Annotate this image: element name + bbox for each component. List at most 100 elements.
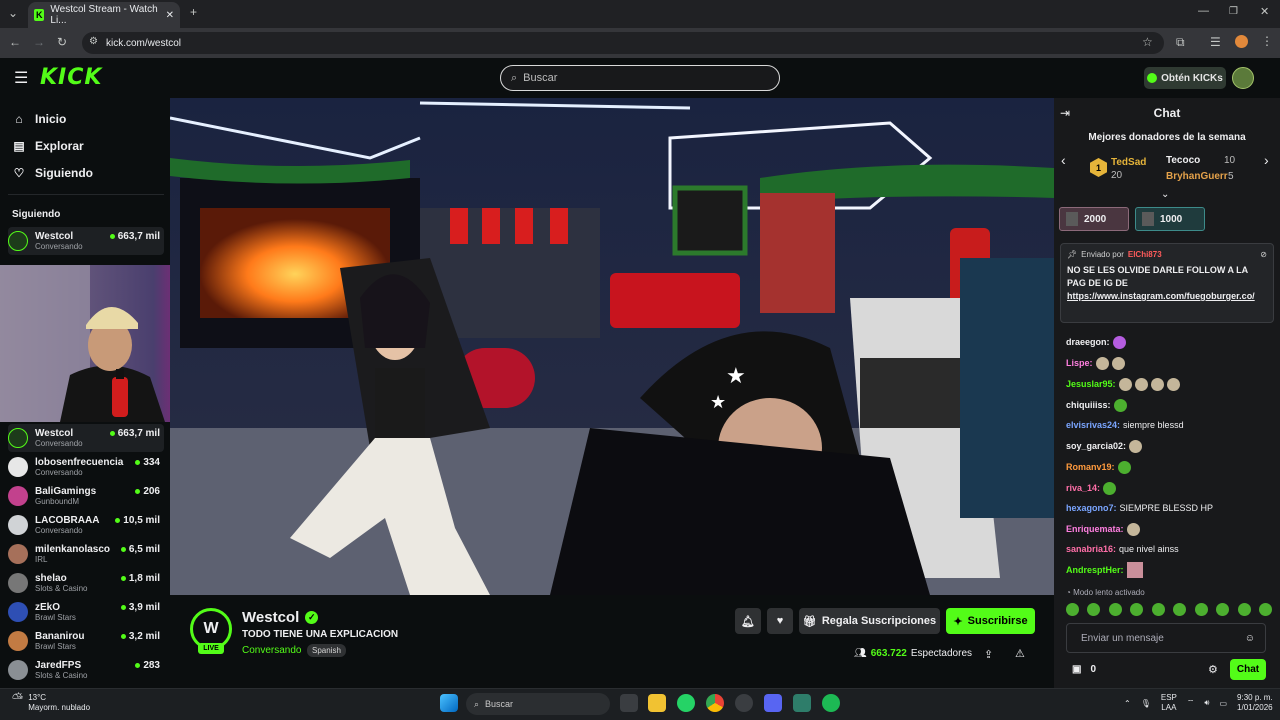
app-icon[interactable] xyxy=(793,694,811,712)
send-chat-button[interactable]: Chat xyxy=(1230,659,1266,680)
tray-overflow-icon[interactable]: ⌃ xyxy=(1124,699,1131,708)
stream-category-link[interactable]: Conversando xyxy=(242,645,301,656)
pinned-message[interactable]: 📌︎ Enviado por ElChi873 ⊘ NO SE LES OLVI… xyxy=(1060,243,1274,323)
emote-icon[interactable] xyxy=(1066,603,1079,616)
pinned-link[interactable]: https://www.instagram.com/fuegoburger.co… xyxy=(1067,291,1255,301)
tab-close-icon[interactable]: ✕ xyxy=(166,10,174,21)
emote-icon[interactable] xyxy=(1173,603,1187,616)
donor-name[interactable]: Tecoco xyxy=(1166,155,1200,166)
following-channel[interactable]: milenkanolasco IRL 6,5 mil xyxy=(8,540,164,568)
chat-username[interactable]: riva_14: xyxy=(1066,483,1100,493)
emoji-picker-icon[interactable]: ☺ xyxy=(1245,633,1255,644)
emote-icon[interactable] xyxy=(1151,603,1165,616)
following-channel[interactable]: Westcol Conversando 663,7 mil xyxy=(8,424,164,452)
emote-icon[interactable] xyxy=(1258,603,1272,616)
hide-pin-icon[interactable]: ⊘ xyxy=(1260,250,1267,259)
nav-explore[interactable]: ▤ Explorar xyxy=(12,139,83,153)
following-channel-top[interactable]: Westcol Conversando 663,7 mil xyxy=(8,227,164,255)
volume-icon[interactable]: 🔊︎ xyxy=(1204,698,1209,708)
reload-icon[interactable]: ↻ xyxy=(57,35,67,49)
taskbar-search[interactable]: ⌕ Buscar xyxy=(466,693,610,715)
chat-username[interactable]: Enriquemata: xyxy=(1066,524,1124,534)
minimize-icon[interactable]: — xyxy=(1198,5,1209,17)
obs-icon[interactable] xyxy=(735,694,753,712)
chat-username[interactable]: soy_garcia02: xyxy=(1066,441,1126,451)
kick-logo[interactable]: KICK xyxy=(40,65,102,90)
donor-name[interactable]: TedSad xyxy=(1111,157,1146,168)
forward-icon[interactable]: → xyxy=(33,35,45,49)
donors-prev-icon[interactable]: ‹ xyxy=(1061,152,1066,168)
emote-icon[interactable] xyxy=(1216,603,1230,616)
following-channel[interactable]: LACOBRAAA Conversando 10,5 mil xyxy=(8,511,164,539)
chat-username[interactable]: chiquiiiss: xyxy=(1066,400,1111,410)
chat-username[interactable]: AndresptHer: xyxy=(1066,565,1124,575)
report-icon[interactable]: ⚠ xyxy=(1015,647,1025,660)
battery-icon[interactable]: ▭ xyxy=(1219,699,1227,708)
search-input[interactable]: ⌕ Buscar xyxy=(500,65,780,91)
wifi-icon[interactable]: ⌔ xyxy=(1187,698,1195,708)
maximize-icon[interactable]: ❐ xyxy=(1229,6,1238,17)
reading-list-icon[interactable]: ☰ xyxy=(1210,35,1221,49)
file-explorer-icon[interactable] xyxy=(648,694,666,712)
get-kicks-button[interactable]: Obtén KICKs xyxy=(1144,67,1226,89)
chat-username[interactable]: draeegon: xyxy=(1066,337,1110,347)
share-icon[interactable]: ⇪ xyxy=(984,648,993,661)
chat-username[interactable]: hexagono7: xyxy=(1066,503,1117,513)
chrome-icon[interactable] xyxy=(706,694,724,712)
emote-icon[interactable] xyxy=(1087,603,1101,616)
whatsapp-icon[interactable] xyxy=(677,694,695,712)
clock[interactable]: 9:30 p. m. 1/01/2026 xyxy=(1237,693,1273,713)
following-channel[interactable]: shelao Slots & Casino 1,8 mil xyxy=(8,569,164,597)
microphone-icon[interactable]: 🎙︎ xyxy=(1141,699,1151,708)
chat-message-input[interactable]: Enviar un mensaje ☺ xyxy=(1066,623,1266,653)
language-tag[interactable]: Spanish xyxy=(307,644,346,657)
following-channel[interactable]: lobosenfrecuencia Conversando 334 xyxy=(8,453,164,481)
follow-heart-button[interactable]: ♥ xyxy=(767,608,793,634)
discord-icon[interactable] xyxy=(764,694,782,712)
chat-settings-gear-icon[interactable]: ⚙ xyxy=(1208,663,1218,676)
nav-following[interactable]: ♡ Siguiendo xyxy=(12,166,93,180)
gift-tier-1000[interactable]: 1000 xyxy=(1135,207,1205,231)
extensions-icon[interactable]: ⧉ xyxy=(1176,35,1185,50)
url-field[interactable]: kick.com/westcol xyxy=(82,32,1164,54)
donors-next-icon[interactable]: › xyxy=(1264,152,1269,168)
streamer-name[interactable]: Westcol ✓ xyxy=(242,609,319,626)
hamburger-menu-icon[interactable]: ☰ xyxy=(14,68,28,88)
donor-name[interactable]: BryhanGuerr xyxy=(1166,171,1228,182)
windows-start-icon[interactable] xyxy=(440,694,458,712)
following-channel[interactable]: JaredFPS Slots & Casino 283 xyxy=(8,656,164,684)
following-channel[interactable]: zEkO Brawl Stars 3,9 mil xyxy=(8,598,164,626)
task-view-icon[interactable] xyxy=(620,694,638,712)
new-tab-icon[interactable]: + xyxy=(190,5,197,19)
chat-username[interactable]: Jesuslar95: xyxy=(1066,379,1116,389)
gift-tier-2000[interactable]: 2000 xyxy=(1059,207,1129,231)
user-avatar[interactable] xyxy=(1232,67,1254,89)
close-window-icon[interactable]: ✕ xyxy=(1260,5,1269,18)
emote-icon[interactable] xyxy=(1237,603,1251,616)
chat-username[interactable]: Lispe: xyxy=(1066,358,1093,368)
expand-donors-icon[interactable]: ⌄ xyxy=(1161,189,1169,200)
stream-video-player[interactable]: ★ ★ xyxy=(170,98,1054,595)
back-icon[interactable]: ← xyxy=(9,35,21,49)
browser-tab[interactable]: K Westcol Stream - Watch Li... ✕ xyxy=(28,2,180,28)
emote-icon[interactable] xyxy=(1130,603,1144,616)
subscribe-button[interactable]: ✦ Suscribirse xyxy=(946,608,1035,634)
site-info-icon[interactable]: ⚙ xyxy=(89,36,98,47)
profile-avatar[interactable] xyxy=(1235,35,1248,48)
following-channel[interactable]: Bananirou Brawl Stars 3,2 mil xyxy=(8,627,164,655)
gift-subscriptions-button[interactable]: 🎁︎ Regala Suscripciones xyxy=(799,608,940,634)
emote-icon[interactable] xyxy=(1108,603,1122,616)
notification-bell-button[interactable]: 🔔︎ xyxy=(735,608,761,634)
browser-menu-icon[interactable]: ⋮ xyxy=(1261,34,1273,48)
spotify-icon[interactable] xyxy=(822,694,840,712)
language-indicator[interactable]: ESP LAA xyxy=(1161,693,1177,713)
following-channel[interactable]: BaliGamings GunboundM 206 xyxy=(8,482,164,510)
chat-username[interactable]: sanabria16: xyxy=(1066,544,1116,554)
kicks-balance[interactable]: ▣ 0 xyxy=(1072,664,1096,675)
chat-username[interactable]: elvisrivas24: xyxy=(1066,420,1120,430)
nav-home[interactable]: ⌂ Inicio xyxy=(12,112,66,126)
weather-widget[interactable]: ⛅︎ 13°C Mayorm. nublado xyxy=(12,691,90,713)
chat-username[interactable]: Romanv19: xyxy=(1066,462,1115,472)
pinned-author[interactable]: ElChi873 xyxy=(1128,250,1162,259)
bookmark-star-icon[interactable]: ☆ xyxy=(1142,35,1153,49)
